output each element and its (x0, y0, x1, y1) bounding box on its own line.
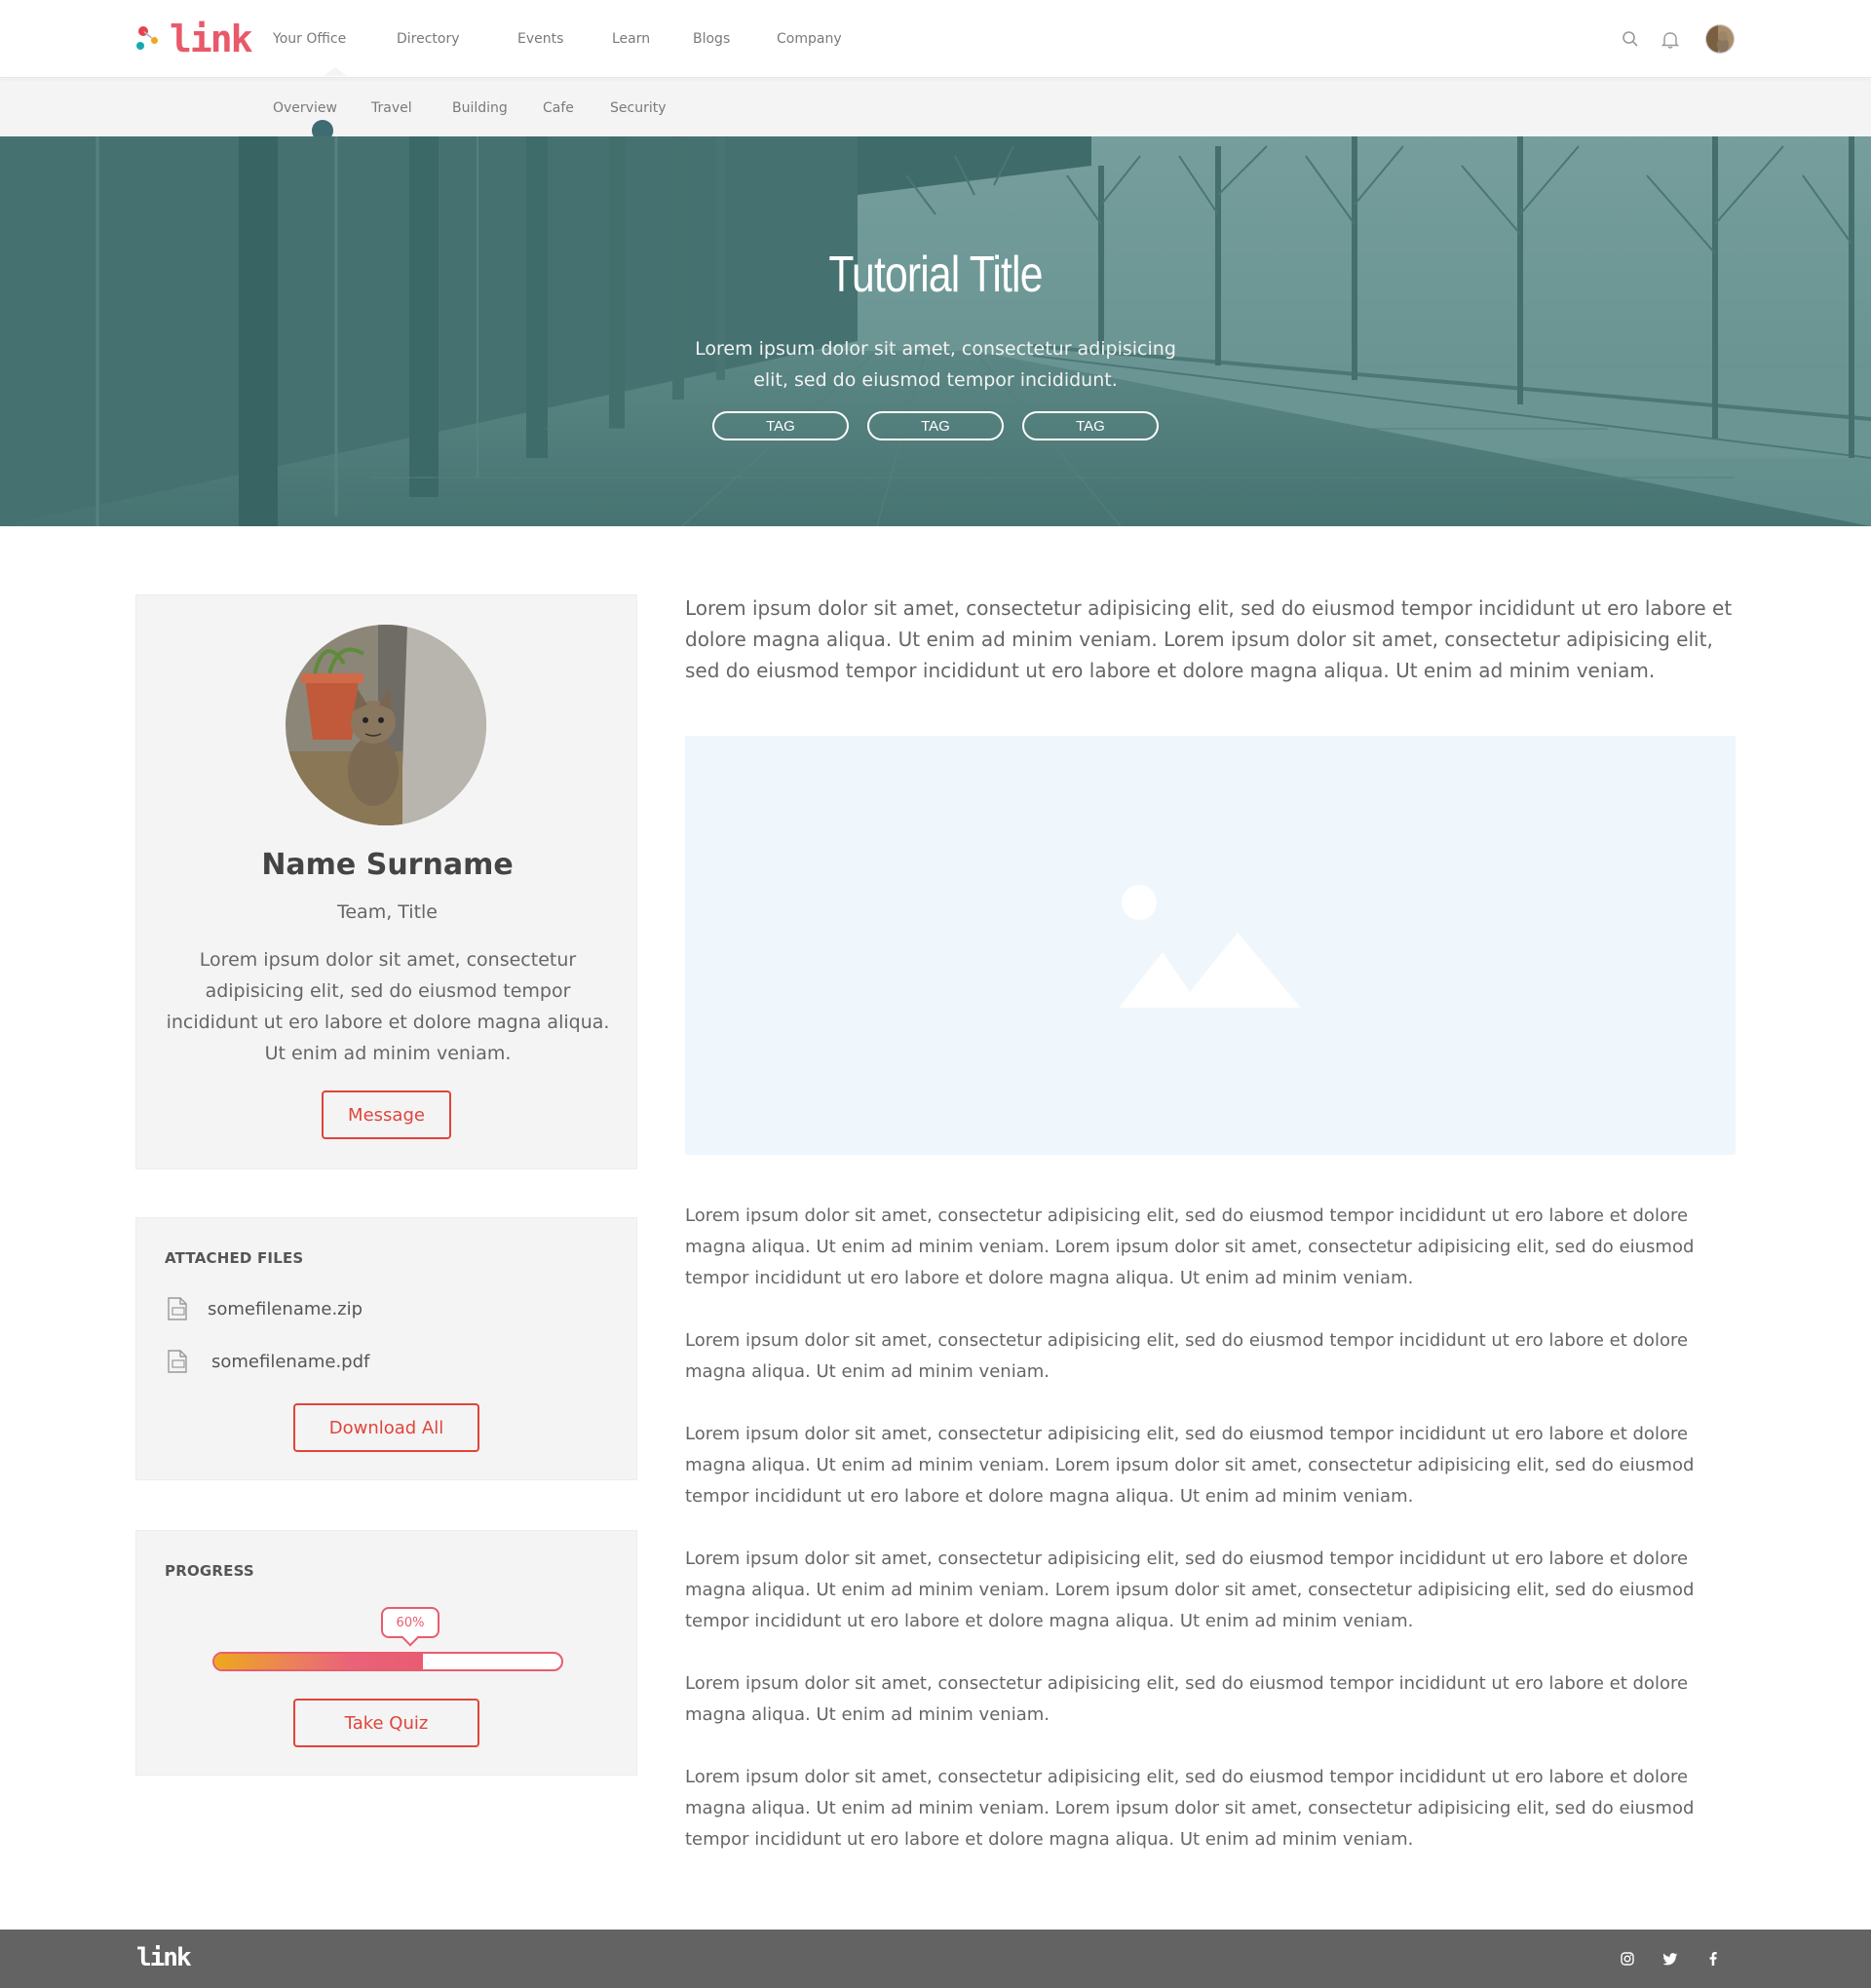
subnav-item-security[interactable]: Security (610, 100, 688, 116)
facebook-icon[interactable] (1701, 1947, 1725, 1970)
nav-actions (1602, 19, 1735, 58)
file-link[interactable]: somefilename.pdf (165, 1347, 369, 1376)
author-profile-card: Name Surname Team, Title Lorem ipsum dol… (135, 594, 637, 1169)
image-placeholder (685, 736, 1736, 1155)
hero-subtitle: Lorem ipsum dolor sit amet, consectetur … (695, 338, 1176, 391)
social-links (1596, 1947, 1725, 1970)
file-name: somefilename.pdf (211, 1351, 370, 1372)
download-all-button[interactable]: Download All (293, 1403, 479, 1452)
progress-percent-bubble: 60% (381, 1607, 439, 1638)
nav-item-directory[interactable]: Directory (397, 31, 517, 47)
file-link[interactable]: somefilename.zip (165, 1294, 363, 1323)
hero-banner: Tutorial Title Lorem ipsum dolor sit ame… (0, 136, 1871, 526)
progress-bar-fill (214, 1654, 423, 1669)
subnav-item-building[interactable]: Building (452, 100, 543, 116)
tag-pill[interactable]: TAG (712, 411, 849, 440)
file-icon (165, 1296, 190, 1321)
hero-title: Tutorial Title (828, 247, 1043, 303)
article-paragraph: Lorem ipsum dolor sit amet, consectetur … (685, 1205, 1695, 1288)
attached-files-card: ATTACHED FILES somefilename.zip somefile… (135, 1217, 637, 1480)
brand-logo[interactable]: link (136, 18, 253, 60)
nav-item-company[interactable]: Company (777, 31, 855, 47)
progress-card: PROGRESS 60% Take Quiz (135, 1530, 637, 1776)
nav-item-events[interactable]: Events (517, 31, 612, 47)
file-icon (165, 1349, 190, 1374)
main-nav: Your Office Directory Events Learn Blogs… (273, 0, 855, 78)
image-icon (1119, 882, 1304, 1022)
instagram-icon[interactable] (1616, 1947, 1639, 1970)
subnav-item-travel[interactable]: Travel (371, 100, 452, 116)
article-lead: Lorem ipsum dolor sit amet, consectetur … (685, 596, 1733, 682)
author-bio: Lorem ipsum dolor sit amet, consectetur … (166, 949, 610, 1064)
hero-tag-list: TAG TAG TAG (712, 411, 1177, 440)
article-paragraph: Lorem ipsum dolor sit amet, consectetur … (685, 1330, 1689, 1382)
message-button[interactable]: Message (322, 1090, 451, 1139)
tag-pill[interactable]: TAG (1022, 411, 1159, 440)
article-paragraph: Lorem ipsum dolor sit amet, consectetur … (685, 1767, 1695, 1850)
article-paragraph: Lorem ipsum dolor sit amet, consectetur … (685, 1548, 1695, 1631)
author-team-title: Team, Title (336, 901, 438, 923)
logo-mark-icon (136, 22, 162, 56)
author-photo (286, 625, 486, 825)
progress-heading: PROGRESS (165, 1562, 254, 1580)
top-navigation: link Your Office Directory Events Learn … (0, 0, 1871, 78)
nav-item-blogs[interactable]: Blogs (693, 31, 777, 47)
twitter-icon[interactable] (1659, 1947, 1682, 1970)
bell-icon[interactable] (1659, 27, 1682, 51)
footer-logo[interactable]: link (136, 1943, 192, 1972)
nav-item-learn[interactable]: Learn (612, 31, 693, 47)
site-footer: link (0, 1930, 1871, 1988)
subnav-item-cafe[interactable]: Cafe (543, 100, 610, 116)
take-quiz-button[interactable]: Take Quiz (293, 1699, 479, 1747)
article-paragraph: Lorem ipsum dolor sit amet, consectetur … (685, 1424, 1695, 1507)
attached-files-heading: ATTACHED FILES (165, 1249, 304, 1267)
search-icon[interactable] (1619, 27, 1642, 51)
article-paragraph: Lorem ipsum dolor sit amet, consectetur … (685, 1673, 1689, 1725)
author-name: Name Surname (261, 848, 514, 882)
tag-pill[interactable]: TAG (867, 411, 1004, 440)
subnav-item-overview[interactable]: Overview (273, 100, 371, 141)
sub-navigation: Overview Travel Building Cafe Security (0, 79, 1871, 141)
progress-bar (212, 1652, 563, 1671)
user-avatar[interactable] (1705, 24, 1735, 54)
file-name: somefilename.zip (208, 1298, 363, 1319)
nav-item-your-office[interactable]: Your Office (273, 31, 397, 76)
logo-wordmark: link (170, 18, 253, 60)
